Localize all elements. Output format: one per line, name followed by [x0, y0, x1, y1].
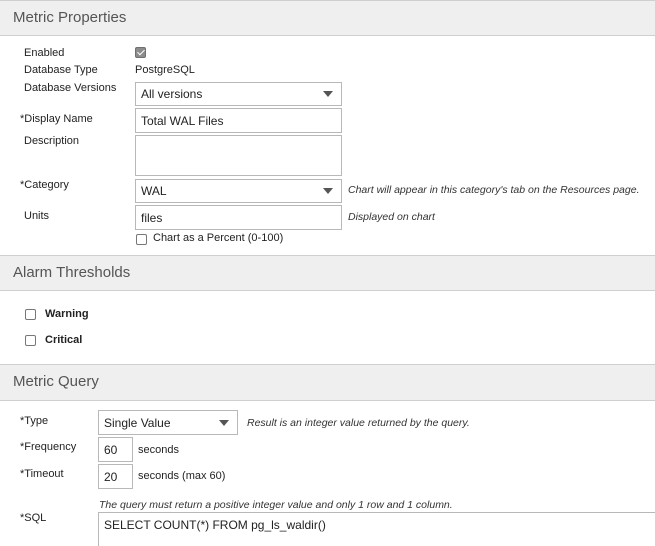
- timeout-label: *Timeout: [20, 468, 64, 480]
- chevron-down-icon: [323, 91, 333, 97]
- category-label: *Category: [20, 179, 69, 191]
- enabled-checkbox[interactable]: [135, 47, 146, 58]
- category-selected: WAL: [141, 184, 167, 198]
- frequency-input[interactable]: 60: [98, 437, 133, 462]
- warning-checkbox[interactable]: [25, 309, 36, 320]
- chart-percent-label: Chart as a Percent (0-100): [153, 232, 284, 244]
- sql-value: SELECT COUNT(*) FROM pg_ls_waldir(): [104, 518, 326, 532]
- alarm-thresholds-header: Alarm Thresholds: [0, 255, 655, 291]
- units-hint: Displayed on chart: [348, 211, 435, 223]
- sql-label: *SQL: [20, 512, 47, 524]
- type-selected: Single Value: [104, 415, 171, 430]
- database-versions-label: Database Versions: [24, 82, 117, 94]
- metric-properties-header: Metric Properties: [0, 0, 655, 36]
- frequency-label: *Frequency: [20, 441, 77, 453]
- database-versions-selected: All versions: [141, 87, 203, 101]
- timeout-unit: seconds (max 60): [138, 470, 226, 482]
- metric-properties-title: Metric Properties: [13, 9, 127, 26]
- units-input[interactable]: files: [135, 205, 342, 230]
- chevron-down-icon: [219, 419, 229, 426]
- critical-checkbox[interactable]: [25, 335, 36, 346]
- timeout-value: 20: [104, 469, 118, 484]
- frequency-value: 60: [104, 442, 118, 457]
- description-textarea[interactable]: [135, 135, 342, 176]
- chart-percent-checkbox[interactable]: [136, 234, 147, 245]
- chevron-down-icon: [323, 188, 333, 194]
- metric-query-header: Metric Query: [0, 364, 655, 401]
- enabled-label: Enabled: [24, 47, 65, 59]
- warning-label: Warning: [45, 308, 89, 320]
- type-select[interactable]: Single Value: [98, 410, 238, 435]
- sql-hint: The query must return a positive integer…: [99, 499, 453, 511]
- sql-textarea[interactable]: SELECT COUNT(*) FROM pg_ls_waldir(): [98, 512, 655, 546]
- alarm-thresholds-title: Alarm Thresholds: [13, 264, 131, 281]
- display-name-input[interactable]: Total WAL Files: [135, 108, 342, 133]
- timeout-input[interactable]: 20: [98, 464, 133, 489]
- database-versions-select[interactable]: All versions: [135, 82, 342, 106]
- type-hint: Result is an integer value returned by t…: [247, 417, 470, 429]
- units-label: Units: [24, 210, 50, 222]
- type-label: *Type: [20, 415, 49, 427]
- description-label: Description: [24, 135, 80, 147]
- frequency-unit: seconds: [138, 444, 179, 456]
- critical-label: Critical: [45, 334, 83, 346]
- display-name-label: *Display Name: [20, 113, 93, 125]
- display-name-value: Total WAL Files: [141, 113, 224, 128]
- units-value: files: [141, 210, 163, 225]
- category-hint: Chart will appear in this category's tab…: [348, 184, 640, 196]
- database-type-value: PostgreSQL: [135, 64, 195, 76]
- metric-query-title: Metric Query: [13, 373, 99, 390]
- category-select[interactable]: WAL: [135, 179, 342, 203]
- database-type-label: Database Type: [24, 64, 98, 76]
